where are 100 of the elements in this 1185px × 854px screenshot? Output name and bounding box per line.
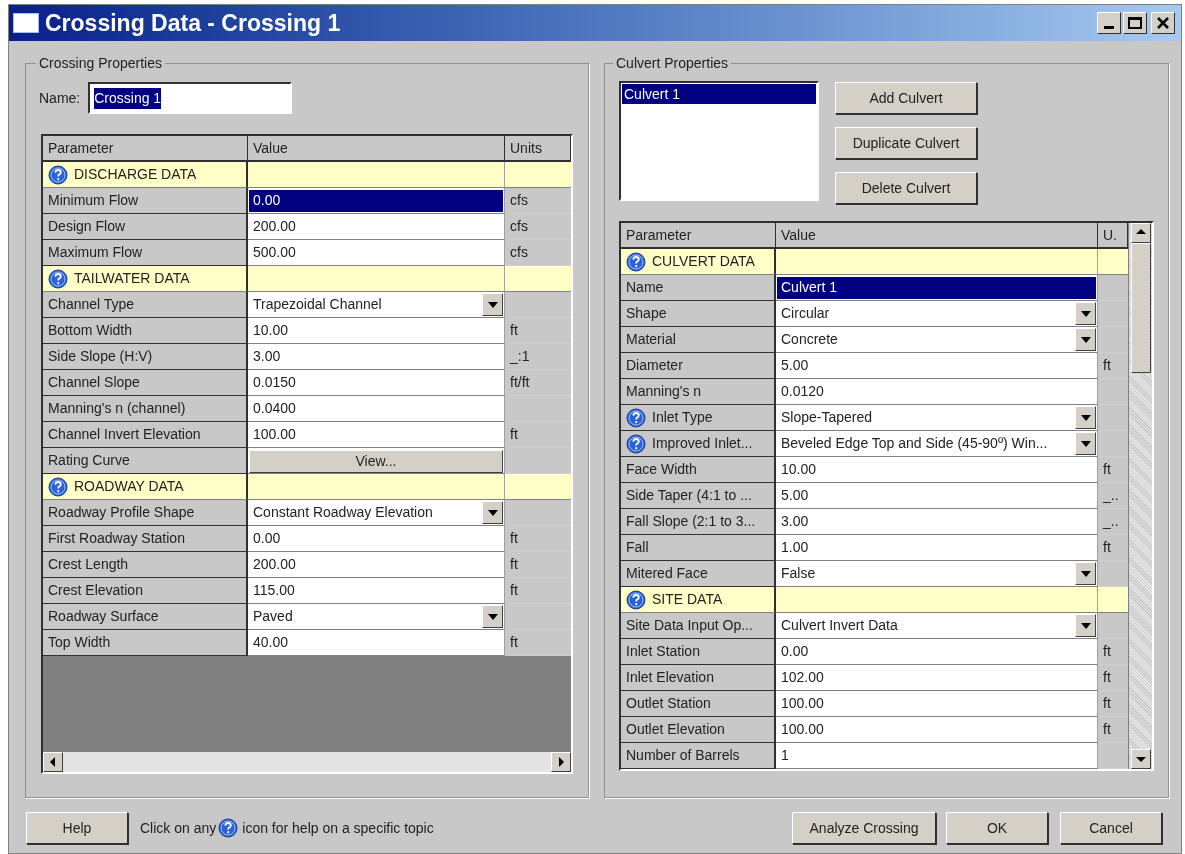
dropdown-field[interactable]: Circular bbox=[776, 301, 1098, 327]
parameter-label: Top Width bbox=[48, 633, 111, 652]
units-cell bbox=[505, 604, 571, 630]
parameter-label: Inlet Elevation bbox=[626, 668, 714, 687]
view-button[interactable]: View... bbox=[249, 450, 503, 473]
parameter-label: Name bbox=[626, 278, 664, 297]
culvert-action-button[interactable]: Add Culvert bbox=[835, 82, 977, 114]
parameter-label: Material bbox=[626, 330, 676, 349]
dialog-button[interactable]: OK bbox=[946, 812, 1048, 844]
parameter-label: Channel Invert Elevation bbox=[48, 425, 201, 444]
help-icon[interactable] bbox=[48, 164, 68, 185]
help-icon[interactable] bbox=[626, 251, 646, 272]
column-header: U. bbox=[1098, 223, 1128, 249]
window-icon bbox=[13, 13, 39, 33]
parameter-label: Manning's n (channel) bbox=[48, 399, 186, 418]
dropdown-field[interactable]: Slope-Tapered bbox=[776, 405, 1098, 431]
value-field[interactable]: 0.00 bbox=[249, 189, 503, 212]
help-icon[interactable] bbox=[218, 818, 239, 838]
help-icon[interactable] bbox=[626, 433, 646, 454]
help-icon[interactable] bbox=[48, 268, 68, 289]
units-cell: cfs bbox=[505, 188, 571, 214]
name-label: Name: bbox=[39, 88, 81, 108]
help-button[interactable]: Help bbox=[26, 812, 128, 844]
parameter-label: Site Data Input Op... bbox=[626, 616, 753, 635]
dropdown-field[interactable]: Paved bbox=[248, 604, 505, 630]
table-cell bbox=[1098, 249, 1128, 275]
parameter-label: Roadway Profile Shape bbox=[48, 503, 195, 522]
parameter-label: Fall bbox=[626, 538, 649, 557]
parameter-label: Inlet Station bbox=[626, 642, 700, 661]
units-cell: cfs bbox=[505, 214, 571, 240]
parameter-label: Outlet Station bbox=[626, 694, 711, 713]
parameter-label: Diameter bbox=[626, 356, 683, 375]
parameter-label: First Roadway Station bbox=[48, 529, 185, 548]
culvert-action-button[interactable]: Delete Culvert bbox=[835, 172, 977, 204]
hint-text: Click on any bbox=[140, 818, 217, 838]
parameter-label: Outlet Elevation bbox=[626, 720, 725, 739]
culvert-list-item[interactable]: Culvert 1 bbox=[622, 84, 816, 104]
units-cell: cfs bbox=[505, 240, 571, 266]
units-cell: _:1 bbox=[505, 344, 571, 370]
units-cell: ft bbox=[505, 526, 571, 552]
dialog-button[interactable]: Analyze Crossing bbox=[792, 812, 936, 844]
parameter-label: Bottom Width bbox=[48, 321, 133, 340]
section-title: ROADWAY DATA bbox=[74, 477, 184, 496]
group-title: Culvert Properties bbox=[613, 55, 732, 71]
column-header: Parameter bbox=[621, 223, 776, 249]
parameter-label: Crest Length bbox=[48, 555, 129, 574]
close-icon[interactable] bbox=[1157, 17, 1169, 29]
column-header: Value bbox=[776, 223, 1098, 249]
parameter-label: Side Taper (4:1 to ... bbox=[626, 486, 752, 505]
units-cell bbox=[505, 500, 571, 526]
value-field[interactable]: Culvert 1 bbox=[777, 276, 1096, 299]
parameter-label: Mitered Face bbox=[626, 564, 708, 583]
section-title: DISCHARGE DATA bbox=[74, 165, 197, 184]
dialog-button[interactable]: Cancel bbox=[1060, 812, 1162, 844]
hint-text: icon for help on a specific topic bbox=[242, 818, 434, 838]
units-cell: ft/ft bbox=[505, 370, 571, 396]
parameter-label: Face Width bbox=[626, 460, 697, 479]
horizontal-scrollbar[interactable] bbox=[43, 752, 571, 772]
parameter-label: Channel Type bbox=[48, 295, 135, 314]
help-icon[interactable] bbox=[626, 407, 646, 428]
minimize-button[interactable] bbox=[1097, 12, 1121, 34]
dropdown-field[interactable]: Beveled Edge Top and Side (45-90º) Win... bbox=[776, 431, 1098, 457]
dropdown-field[interactable]: Constant Roadway Elevation bbox=[248, 500, 505, 526]
parameter-label: Rating Curve bbox=[48, 451, 130, 470]
parameter-label: Minimum Flow bbox=[48, 191, 139, 210]
parameter-label: Channel Slope bbox=[48, 373, 140, 392]
parameter-label: Improved Inlet... bbox=[652, 434, 753, 453]
parameter-label: Roadway Surface bbox=[48, 607, 159, 626]
culvert-action-button[interactable]: Duplicate Culvert bbox=[835, 127, 977, 159]
table-cell bbox=[1098, 587, 1128, 613]
parameter-label: Inlet Type bbox=[652, 408, 713, 427]
window-title: Crossing Data - Crossing 1 bbox=[45, 8, 342, 38]
help-icon[interactable] bbox=[48, 476, 68, 497]
name-field[interactable]: Crossing 1 bbox=[88, 82, 293, 114]
parameter-label: Side Slope (H:V) bbox=[48, 347, 153, 366]
units-cell: ft bbox=[505, 318, 571, 344]
dropdown-field[interactable]: Trapezoidal Channel bbox=[248, 292, 505, 318]
units-cell: ft bbox=[505, 422, 571, 448]
section-title: TAILWATER DATA bbox=[74, 269, 190, 288]
parameter-label: Fall Slope (2:1 to 3... bbox=[626, 512, 756, 531]
close-button[interactable] bbox=[1151, 12, 1175, 34]
units-cell bbox=[505, 292, 571, 318]
vertical-scrollbar[interactable] bbox=[1128, 223, 1152, 769]
help-icon[interactable] bbox=[626, 589, 646, 610]
parameter-label: Crest Elevation bbox=[48, 581, 143, 600]
dropdown-field[interactable]: Concrete bbox=[776, 327, 1098, 353]
units-cell: ft bbox=[505, 552, 571, 578]
parameter-label: Manning's n bbox=[626, 382, 702, 401]
units-cell: ft bbox=[505, 578, 571, 604]
units-cell: ft bbox=[505, 630, 571, 656]
dropdown-field[interactable]: False bbox=[776, 561, 1098, 587]
parameter-label: Maximum Flow bbox=[48, 243, 143, 262]
parameter-label: Shape bbox=[626, 304, 667, 323]
column-header: Value bbox=[248, 136, 505, 162]
maximize-button[interactable] bbox=[1123, 12, 1147, 34]
section-title: SITE DATA bbox=[652, 590, 723, 609]
section-title: CULVERT DATA bbox=[652, 252, 755, 271]
units-cell bbox=[505, 448, 571, 474]
scroll-thumb[interactable] bbox=[1130, 243, 1151, 373]
dropdown-field[interactable]: Culvert Invert Data bbox=[776, 613, 1098, 639]
